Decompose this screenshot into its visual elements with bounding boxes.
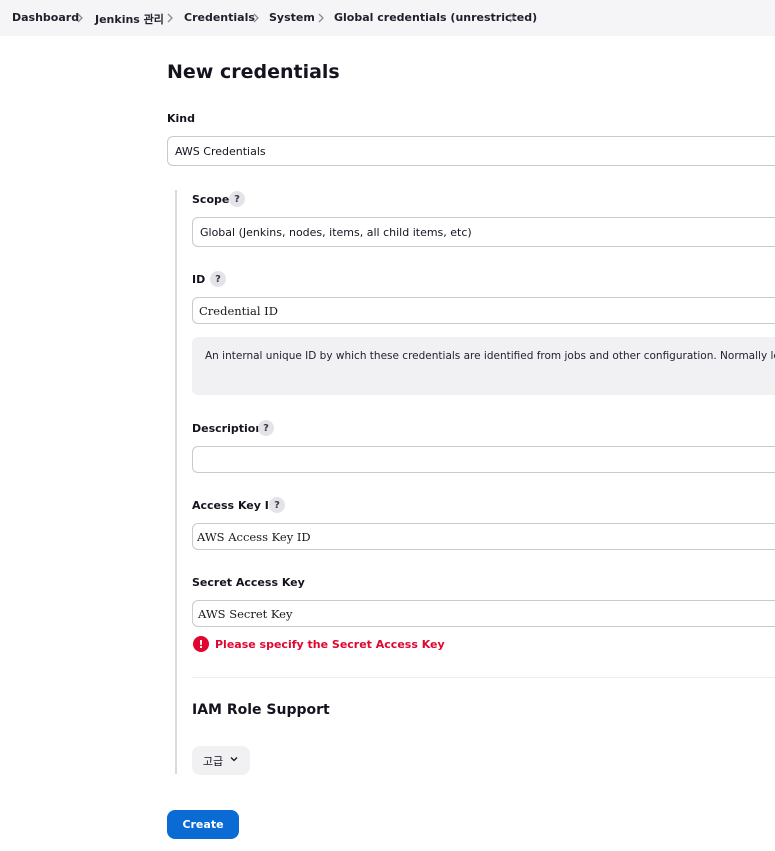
breadcrumb-item-system[interactable]: System [269, 11, 315, 24]
advanced-button[interactable]: 고급 [192, 746, 250, 775]
access-key-id-label: Access Key ID [192, 499, 278, 512]
secret-access-key-label: Secret Access Key [192, 576, 305, 589]
create-button[interactable]: Create [167, 810, 239, 839]
section-divider [192, 677, 775, 678]
scope-select-value: Global (Jenkins, nodes, items, all child… [200, 225, 472, 239]
scope-help-icon[interactable]: ? [229, 191, 245, 207]
secret-access-key-input-value: AWS Secret Key [198, 606, 293, 621]
id-help-panel: An internal unique ID by which these cre… [192, 337, 775, 395]
chevron-right-icon [250, 12, 262, 24]
breadcrumb-item-dashboard[interactable]: Dashboard [12, 11, 79, 24]
description-help-icon[interactable]: ? [258, 420, 274, 436]
scope-select[interactable]: Global (Jenkins, nodes, items, all child… [192, 217, 775, 247]
nested-section-bar [175, 190, 177, 774]
kind-select-value: AWS Credentials [175, 144, 266, 158]
error-icon: ! [193, 636, 209, 652]
kind-label: Kind [167, 112, 195, 125]
description-input[interactable] [192, 446, 775, 473]
access-key-id-input[interactable]: AWS Access Key ID [192, 523, 775, 550]
breadcrumb: Dashboard Jenkins 관리 Credentials System … [0, 0, 775, 36]
secret-access-key-input[interactable]: AWS Secret Key [192, 600, 775, 627]
scope-label: Scope [192, 193, 230, 206]
id-label: ID [192, 273, 206, 286]
id-help-icon[interactable]: ? [210, 271, 226, 287]
chevron-down-icon [229, 754, 239, 767]
chevron-right-icon [315, 12, 327, 24]
chevron-right-icon[interactable] [506, 12, 518, 24]
description-label: Description [192, 422, 264, 435]
chevron-right-icon [164, 12, 176, 24]
secret-access-key-error-text: Please specify the Secret Access Key [215, 637, 445, 651]
breadcrumb-item-credentials[interactable]: Credentials [184, 11, 255, 24]
access-key-id-input-value: AWS Access Key ID [197, 529, 311, 544]
id-input-value: Credential ID [199, 303, 278, 318]
page-title: New credentials [167, 61, 340, 83]
breadcrumb-item-jenkins-manage[interactable]: Jenkins 관리 [95, 11, 164, 27]
access-key-id-help-icon[interactable]: ? [269, 497, 285, 513]
kind-select[interactable]: AWS Credentials [167, 136, 775, 166]
secret-access-key-error: ! Please specify the Secret Access Key [193, 636, 445, 652]
id-input[interactable]: Credential ID [192, 297, 775, 324]
iam-role-support-heading: IAM Role Support [192, 702, 330, 718]
chevron-right-icon [74, 12, 86, 24]
advanced-button-label: 고급 [202, 754, 224, 768]
